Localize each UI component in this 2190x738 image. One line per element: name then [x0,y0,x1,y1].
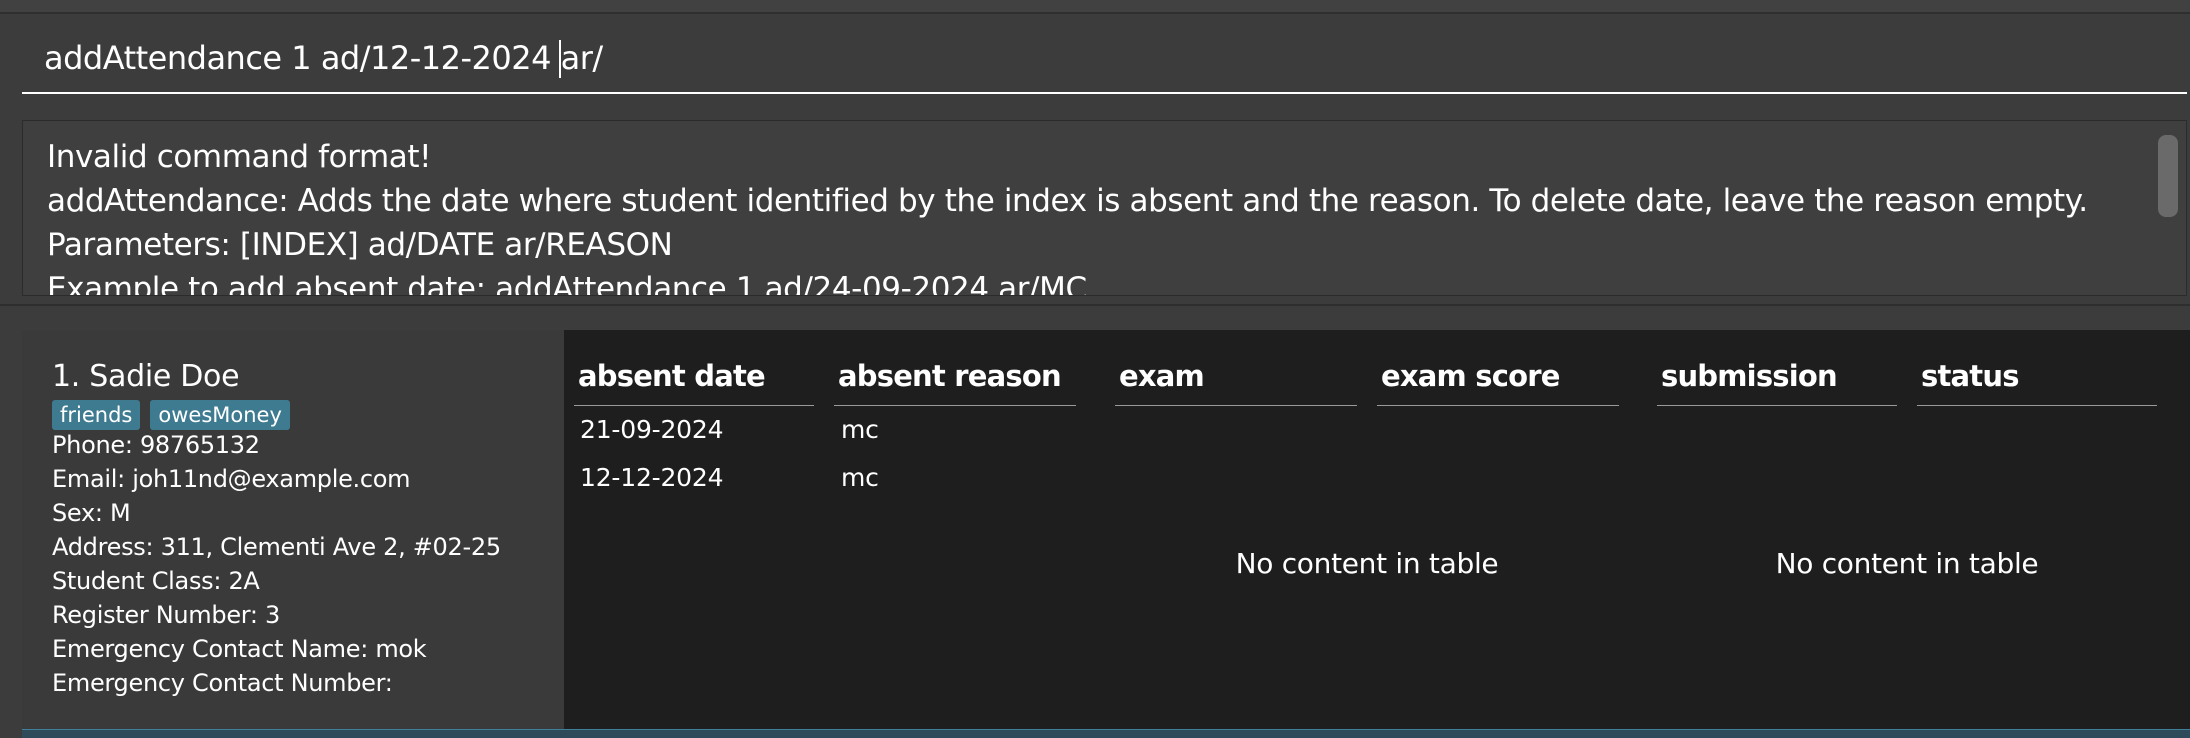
result-line: addAttendance: Adds the date where stude… [47,183,2088,219]
result-text: Invalid command format! addAttendance: A… [47,135,2126,296]
text-caret [559,40,561,78]
table-cell-date: 21-09-2024 [580,415,724,444]
result-display[interactable]: Invalid command format! addAttendance: A… [22,120,2187,296]
scrollbar-thumb[interactable] [2158,135,2178,217]
person-name: 1. Sadie Doe [52,359,240,394]
exam-table-placeholder: No content in table [1235,547,1499,580]
submission-table-placeholder: No content in table [1775,547,2039,580]
email-field: Email: joh11nd@example.com [52,465,411,493]
result-line: Example to add absent date: addAttendanc… [47,271,1087,296]
register-number-field: Register Number: 3 [52,601,281,629]
column-header-status[interactable]: status [1917,356,2157,406]
exam-table[interactable]: exam exam score No content in table [1115,330,1645,738]
emergency-contact-number-field: Emergency Contact Number: [52,669,393,697]
emergency-contact-name-field: Emergency Contact Name: mok [52,635,427,663]
column-header-exam-score[interactable]: exam score [1377,356,1619,406]
phone-field: Phone: 98765132 [52,431,260,459]
command-input[interactable] [44,36,2144,80]
person-details: 1. Sadie Doe friends owesMoney Phone: 98… [22,330,564,738]
command-box[interactable] [22,22,2187,94]
column-header-absent-reason[interactable]: absent reason [834,356,1076,406]
column-header-submission[interactable]: submission [1657,356,1897,406]
table-cell-reason: mc [841,415,879,444]
attendance-table[interactable]: absent date absent reason 21-09-2024 mc … [574,330,1104,738]
person-list-panel[interactable]: 1. Sadie Doe friends owesMoney Phone: 98… [22,330,2190,738]
result-line: Invalid command format! [47,139,432,175]
tag-list: friends owesMoney [52,400,290,430]
sex-field: Sex: M [52,499,131,527]
top-strip [0,0,2190,14]
result-line: Parameters: [INDEX] ad/DATE ar/REASON [47,227,673,263]
next-card-edge [22,729,2190,738]
column-header-exam[interactable]: exam [1115,356,1357,406]
submission-table[interactable]: submission status No content in table [1657,330,2187,738]
student-class-field: Student Class: 2A [52,567,260,595]
table-cell-reason: mc [841,463,879,492]
tag-friends: friends [52,400,141,430]
table-cell-date: 12-12-2024 [580,463,724,492]
result-scrollbar[interactable] [2158,127,2178,289]
address-field: Address: 311, Clementi Ave 2, #02-25 [52,533,501,561]
tag-owes-money: owesMoney [150,400,290,430]
person-card[interactable]: 1. Sadie Doe friends owesMoney Phone: 98… [22,330,2190,738]
section-divider [0,304,2190,306]
app-window: Invalid command format! addAttendance: A… [0,0,2190,738]
column-header-absent-date[interactable]: absent date [574,356,814,406]
